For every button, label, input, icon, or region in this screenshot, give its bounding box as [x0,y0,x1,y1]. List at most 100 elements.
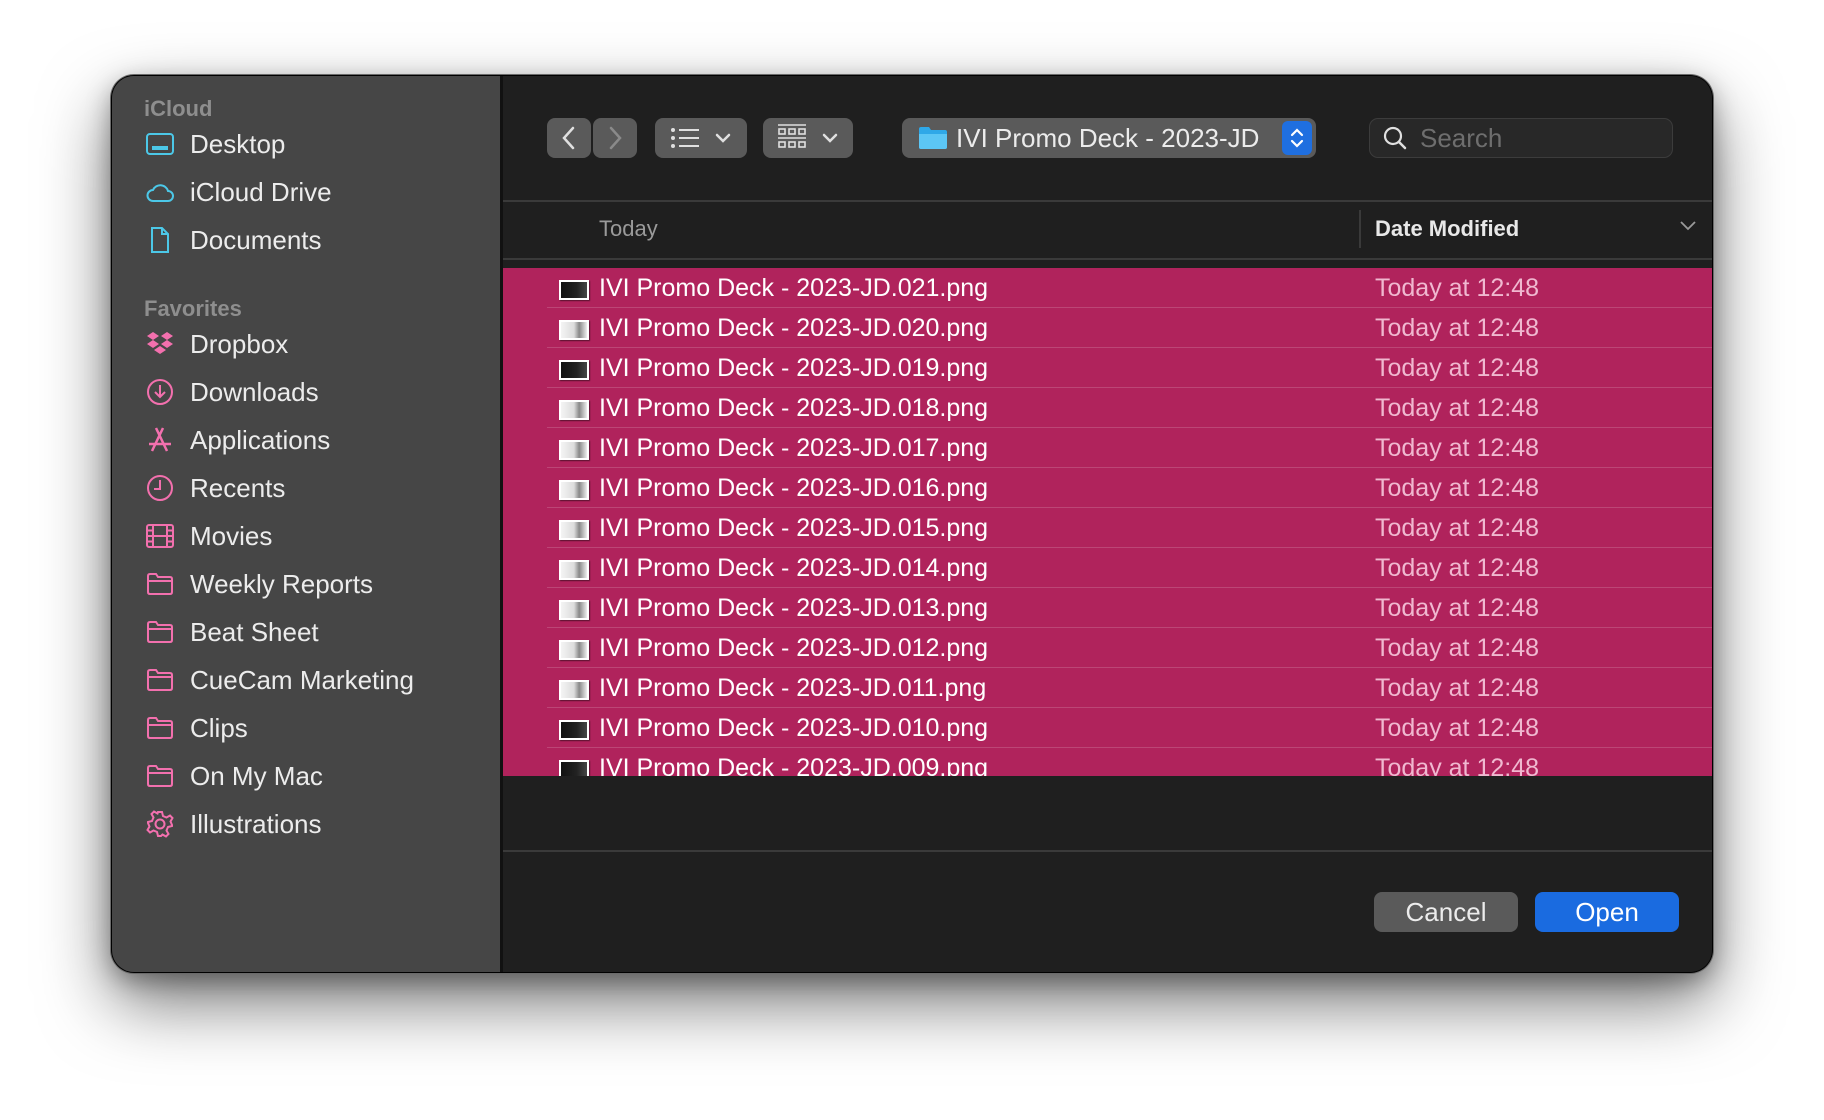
sidebar-item-beat-sheet[interactable]: Beat Sheet [144,610,319,654]
file-row[interactable]: IVI Promo Deck - 2023-JD.012.png Today at… [503,628,1712,668]
sidebar-item-label: Movies [190,520,273,551]
forward-icon [609,126,622,150]
location-popup[interactable]: IVI Promo Deck - 2023-JD [902,118,1316,158]
file-row[interactable]: IVI Promo Deck - 2023-JD.014.png Today at… [503,548,1712,588]
open-button[interactable]: Open [1535,892,1679,932]
sidebar-item-label: Recents [190,472,286,503]
toolbar: IVI Promo Deck - 2023-JD [503,76,1712,200]
file-row[interactable]: IVI Promo Deck - 2023-JD.013.png Today at… [503,588,1712,628]
search-input[interactable] [1418,121,1652,155]
column-name-group[interactable]: Today [599,216,658,242]
file-date: Today at 12:48 [1375,353,1540,382]
back-button[interactable] [547,118,591,158]
location-stepper[interactable] [1282,121,1312,155]
file-thumbnail-icon [559,680,589,700]
file-name: IVI Promo Deck - 2023-JD.011.png [599,673,987,702]
film-icon [144,520,176,552]
applications-icon [144,424,176,456]
column-date-modified[interactable]: Date Modified [1375,216,1519,242]
file-name: IVI Promo Deck - 2023-JD.018.png [599,393,989,422]
file-row[interactable]: IVI Promo Deck - 2023-JD.020.png Today at… [503,308,1712,348]
cloud-icon [144,176,176,208]
sidebar-item-icloud-drive[interactable]: iCloud Drive [144,170,332,214]
file-thumbnail-icon [559,280,589,300]
file-row[interactable]: IVI Promo Deck - 2023-JD.021.png Today at… [503,268,1712,308]
view-mode-button[interactable] [655,118,747,158]
file-name: IVI Promo Deck - 2023-JD.019.png [599,353,989,382]
back-icon [562,126,575,150]
dropbox-icon [144,328,176,360]
file-row[interactable]: IVI Promo Deck - 2023-JD.019.png Today at… [503,348,1712,388]
sidebar-item-label: Dropbox [190,328,289,359]
clock-icon [144,472,176,504]
file-name: IVI Promo Deck - 2023-JD.009.png [599,753,989,777]
forward-button[interactable] [593,118,637,158]
sidebar-item-label: On My Mac [190,760,323,791]
sidebar-item-movies[interactable]: Movies [144,514,272,558]
file-row[interactable]: IVI Promo Deck - 2023-JD.011.png Today at… [503,668,1712,708]
sidebar-item-label: Downloads [190,376,319,407]
location-label: IVI Promo Deck - 2023-JD [956,122,1260,153]
folder-icon [144,664,176,696]
sidebar-item-label: Illustrations [190,808,322,839]
dialog-footer: Cancel Open [503,850,1712,972]
sidebar-item-desktop[interactable]: Desktop [144,122,285,166]
file-name: IVI Promo Deck - 2023-JD.013.png [599,593,989,622]
file-row[interactable]: IVI Promo Deck - 2023-JD.010.png Today at… [503,708,1712,748]
file-thumbnail-icon [559,360,589,380]
sidebar-item-label: Beat Sheet [190,616,319,647]
file-name: IVI Promo Deck - 2023-JD.020.png [599,313,989,342]
file-name: IVI Promo Deck - 2023-JD.017.png [599,433,989,462]
file-date: Today at 12:48 [1375,273,1540,302]
sidebar-item-on-my-mac[interactable]: On My Mac [144,754,323,798]
sidebar: iCloud Desktop iCloud Drive Documents Fa… [112,76,503,972]
cancel-button[interactable]: Cancel [1374,892,1518,932]
file-date: Today at 12:48 [1375,513,1540,542]
sidebar-item-dropbox[interactable]: Dropbox [144,322,288,366]
open-file-dialog: iCloud Desktop iCloud Drive Documents Fa… [112,76,1712,972]
file-row[interactable]: IVI Promo Deck - 2023-JD.009.png Today at… [503,748,1712,776]
search-icon [1383,126,1407,150]
file-name: IVI Promo Deck - 2023-JD.012.png [599,633,989,662]
list-view-icon [671,128,699,148]
file-name: IVI Promo Deck - 2023-JD.014.png [599,553,989,582]
file-date: Today at 12:48 [1375,473,1540,502]
sidebar-item-cuecam-marketing[interactable]: CueCam Marketing [144,658,414,702]
sidebar-item-label: Applications [190,424,331,455]
folder-icon [144,568,176,600]
file-thumbnail-icon [559,640,589,660]
file-row[interactable]: IVI Promo Deck - 2023-JD.016.png Today at… [503,468,1712,508]
file-thumbnail-icon [559,320,589,340]
sidebar-item-label: Desktop [190,128,286,159]
file-thumbnail-icon [559,720,589,740]
file-name: IVI Promo Deck - 2023-JD.021.png [599,273,989,302]
file-thumbnail-icon [559,520,589,540]
file-date: Today at 12:48 [1375,713,1540,742]
file-date: Today at 12:48 [1375,313,1540,342]
file-list[interactable]: IVI Promo Deck - 2023-JD.021.png Today at… [503,268,1712,776]
file-row[interactable]: IVI Promo Deck - 2023-JD.018.png Today at… [503,388,1712,428]
file-date: Today at 12:48 [1375,753,1540,777]
sidebar-item-illustrations[interactable]: Illustrations [144,802,322,846]
folder-icon [144,760,176,792]
sidebar-item-weekly-reports[interactable]: Weekly Reports [144,562,373,606]
group-by-button[interactable] [763,118,853,158]
sidebar-item-documents[interactable]: Documents [144,218,322,262]
sidebar-section-favorites: Favorites [144,296,242,321]
file-date: Today at 12:48 [1375,433,1540,462]
file-name: IVI Promo Deck - 2023-JD.010.png [599,713,989,742]
desktop-icon [144,128,176,160]
sidebar-item-applications[interactable]: Applications [144,418,330,462]
search-field[interactable] [1369,118,1673,158]
file-row[interactable]: IVI Promo Deck - 2023-JD.017.png Today at… [503,428,1712,468]
sort-chevron-icon[interactable] [1678,218,1698,232]
sidebar-item-label: CueCam Marketing [190,664,414,695]
file-thumbnail-icon [559,760,589,776]
sidebar-item-downloads[interactable]: Downloads [144,370,319,414]
file-row[interactable]: IVI Promo Deck - 2023-JD.015.png Today at… [503,508,1712,548]
sidebar-item-recents[interactable]: Recents [144,466,285,510]
file-thumbnail-icon [559,440,589,460]
column-divider[interactable] [1359,210,1361,248]
file-thumbnail-icon [559,560,589,580]
sidebar-item-clips[interactable]: Clips [144,706,248,750]
